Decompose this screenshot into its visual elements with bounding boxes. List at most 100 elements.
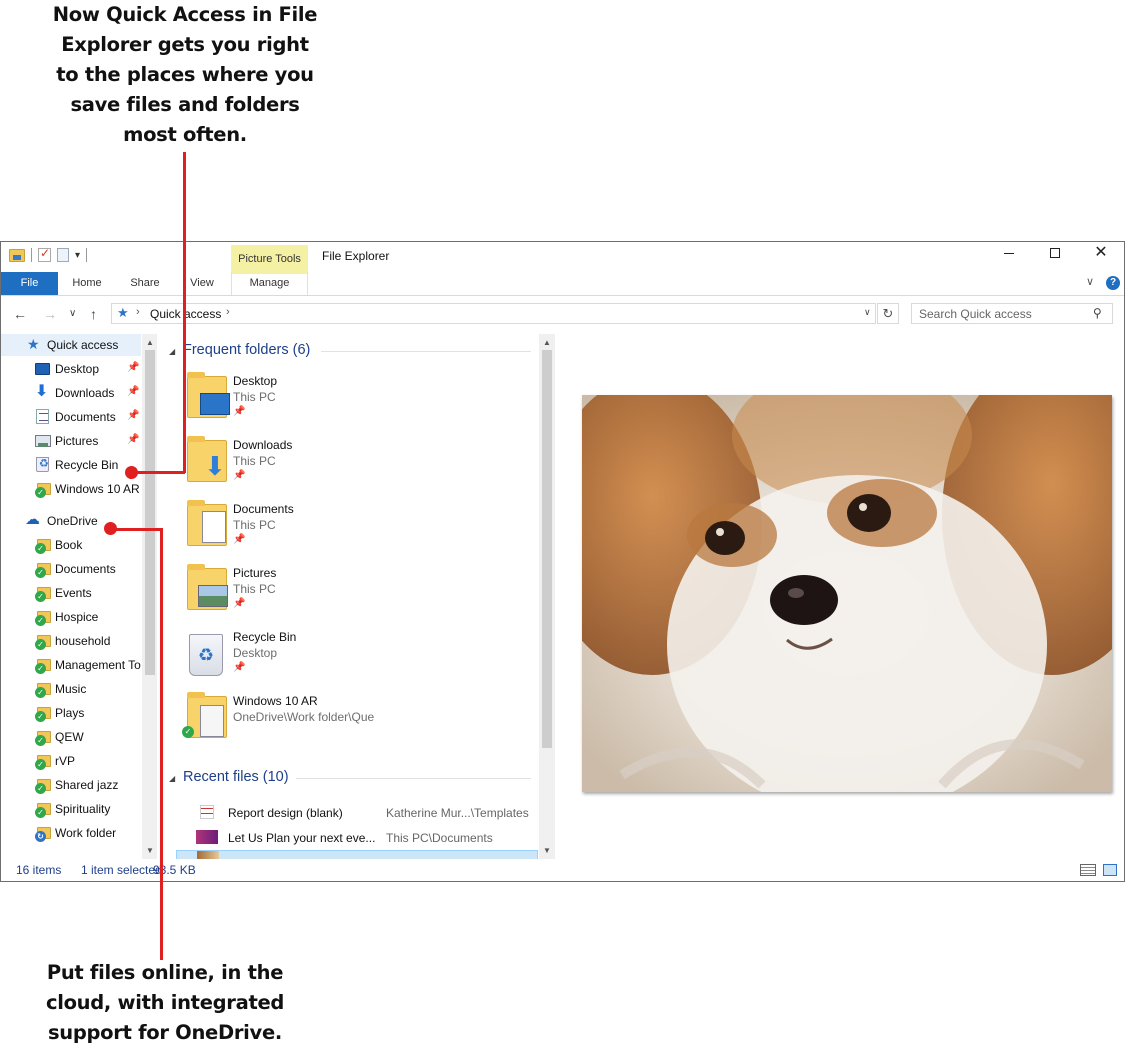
sidebar-item-quick-access[interactable]: ★ Quick access xyxy=(1,334,141,356)
sidebar-item-onedrive-folder[interactable]: Spirituality xyxy=(1,798,141,820)
search-input[interactable] xyxy=(912,304,1092,323)
documents-folder-icon xyxy=(187,500,227,546)
scroll-up-chevron-icon[interactable]: ▲ xyxy=(146,338,154,347)
content-scroll-thumb[interactable] xyxy=(542,350,552,748)
onedrive-leader-line xyxy=(160,528,163,960)
close-button[interactable]: ✕ xyxy=(1078,243,1124,265)
help-icon[interactable]: ? xyxy=(1106,276,1120,290)
scroll-up-chevron-icon[interactable]: ▲ xyxy=(543,338,551,347)
sidebar-item-desktop[interactable]: Desktop 📌 xyxy=(1,358,141,380)
callout-dot xyxy=(104,522,117,535)
recent-file-row[interactable]: Let Us Plan your next eve... This PC\Doc… xyxy=(176,826,538,850)
sidebar-item-downloads[interactable]: ⬇ Downloads 📌 xyxy=(1,382,141,404)
folder-tile-windows-10-ar[interactable]: ✓ Windows 10 AR OneDrive\Work folder\Que xyxy=(182,692,537,756)
tab-home[interactable]: Home xyxy=(58,272,116,295)
back-arrow-icon[interactable]: ← xyxy=(13,306,27,322)
address-bar[interactable]: ★ › Quick access › ∨ xyxy=(111,303,876,324)
sidebar-item-onedrive-folder[interactable]: QEW xyxy=(1,726,141,748)
puppy-photo xyxy=(582,395,1112,792)
pin-icon[interactable]: 📌 xyxy=(127,386,139,397)
sidebar-item-recycle-bin[interactable]: Recycle Bin xyxy=(1,454,141,476)
sidebar-item-pictures[interactable]: Pictures 📌 xyxy=(1,430,141,452)
customize-toolbar-chevron-icon[interactable]: ▾ xyxy=(75,250,80,261)
details-view-icon[interactable] xyxy=(1080,864,1096,876)
folder-tile-desktop[interactable]: Desktop This PC 📌 xyxy=(187,372,537,436)
folder-tile-pictures[interactable]: Pictures This PC 📌 xyxy=(187,564,537,628)
recycle-bin-icon xyxy=(36,457,49,472)
status-bar: 16 items 1 item selected 93.5 KB xyxy=(1,859,1124,881)
search-box[interactable]: ⚲ xyxy=(911,303,1113,324)
scroll-down-chevron-icon[interactable]: ▼ xyxy=(543,846,551,855)
tab-file[interactable]: File xyxy=(1,272,58,295)
sidebar-item-onedrive-folder[interactable]: Music xyxy=(1,678,141,700)
recent-file-row[interactable]: Report design (blank) Katherine Mur...\T… xyxy=(176,801,538,825)
synced-folder-icon xyxy=(35,779,51,794)
pin-icon: 📌 xyxy=(233,534,246,545)
qat-separator xyxy=(31,248,32,262)
up-arrow-icon[interactable]: ↑ xyxy=(90,306,97,322)
synced-folder-icon xyxy=(35,611,51,626)
folder-tile-downloads[interactable]: Downloads This PC 📌 xyxy=(187,436,537,500)
title-bar: ▾ Picture Tools File Explorer ✕ xyxy=(1,242,1124,274)
sidebar-item-onedrive-folder[interactable]: Work folder xyxy=(1,822,141,844)
sidebar-item-onedrive-folder[interactable]: Plays xyxy=(1,702,141,724)
desktop-folder-icon xyxy=(187,372,230,418)
sidebar-item-label: Recycle Bin xyxy=(55,458,119,472)
recent-files-header[interactable]: ◢ Recent files (10) xyxy=(161,769,539,789)
folder-tile-recycle-bin[interactable]: Recycle Bin Desktop 📌 xyxy=(187,628,537,692)
pin-icon[interactable]: 📌 xyxy=(127,410,139,421)
navigation-pane-scroll-thumb[interactable] xyxy=(145,350,155,675)
folder-tile-documents[interactable]: Documents This PC 📌 xyxy=(187,500,537,564)
recent-locations-chevron-icon[interactable]: ∨ xyxy=(69,308,76,319)
scroll-down-chevron-icon[interactable]: ▼ xyxy=(146,846,154,855)
maximize-button[interactable] xyxy=(1032,243,1078,265)
sidebar-item-label: OneDrive xyxy=(47,514,98,528)
forward-arrow-icon[interactable]: → xyxy=(43,306,57,322)
group-divider xyxy=(321,351,531,352)
new-folder-icon[interactable] xyxy=(57,248,69,262)
pin-icon[interactable]: 📌 xyxy=(127,434,139,445)
sidebar-item-label: QEW xyxy=(55,730,84,744)
address-dropdown-chevron-icon[interactable]: ∨ xyxy=(864,307,871,318)
navigation-pane: ★ Quick access Desktop 📌 ⬇ Downloads 📌 D… xyxy=(1,334,157,859)
sidebar-item-onedrive-folder[interactable]: household xyxy=(1,630,141,652)
word-document-icon xyxy=(200,805,214,819)
minimize-icon xyxy=(1004,253,1014,254)
expand-ribbon-chevron-icon[interactable]: ∨ xyxy=(1086,275,1094,288)
quick-access-callout: Now Quick Access in File Explorer gets y… xyxy=(52,3,318,146)
window-title: File Explorer xyxy=(322,249,390,263)
sidebar-item-onedrive-folder[interactable]: Events xyxy=(1,582,141,604)
breadcrumb-separator[interactable]: › xyxy=(136,306,140,318)
tile-location: OneDrive\Work folder\Que xyxy=(233,710,375,724)
explorer-folder-icon[interactable] xyxy=(9,248,25,262)
large-icons-view-icon[interactable] xyxy=(1103,864,1117,876)
sidebar-item-onedrive-folder[interactable]: Hospice xyxy=(1,606,141,628)
sidebar-item-onedrive-folder[interactable]: Book xyxy=(1,534,141,556)
collapse-triangle-icon[interactable]: ◢ xyxy=(169,347,175,356)
sidebar-item-onedrive-folder[interactable]: rVP xyxy=(1,750,141,772)
frequent-folders-header[interactable]: ◢ Frequent folders (6) xyxy=(161,342,539,362)
sidebar-item-onedrive-folder[interactable]: Shared jazz xyxy=(1,774,141,796)
sidebar-item-documents[interactable]: Documents 📌 xyxy=(1,406,141,428)
synced-folder-icon xyxy=(35,539,51,554)
sidebar-item-onedrive-folder[interactable]: Management To xyxy=(1,654,141,676)
synced-folder-icon xyxy=(35,587,51,602)
breadcrumb-separator[interactable]: › xyxy=(226,306,230,318)
recent-file-row-selected[interactable] xyxy=(176,850,538,859)
tile-location: This PC xyxy=(233,582,276,596)
tab-manage[interactable]: Manage xyxy=(231,272,308,295)
refresh-button[interactable]: ↻ xyxy=(877,303,899,324)
onedrive-leader-line xyxy=(112,528,163,531)
minimize-button[interactable] xyxy=(986,243,1032,265)
onedrive-cloud-icon: ☁ xyxy=(25,511,40,528)
sidebar-item-windows-10-ar[interactable]: Windows 10 AR xyxy=(1,478,141,500)
pin-icon[interactable]: 📌 xyxy=(127,362,139,373)
tile-name: Documents xyxy=(233,502,294,516)
collapse-triangle-icon[interactable]: ◢ xyxy=(169,774,175,783)
publication-thumbnail-icon xyxy=(196,830,218,844)
tab-share[interactable]: Share xyxy=(116,272,174,295)
search-icon[interactable]: ⚲ xyxy=(1093,306,1102,320)
sidebar-item-onedrive-folder[interactable]: Documents xyxy=(1,558,141,580)
address-row: ← → ∨ ↑ ★ › Quick access › ∨ ↻ ⚲ xyxy=(1,297,1124,331)
properties-icon[interactable] xyxy=(38,246,51,262)
